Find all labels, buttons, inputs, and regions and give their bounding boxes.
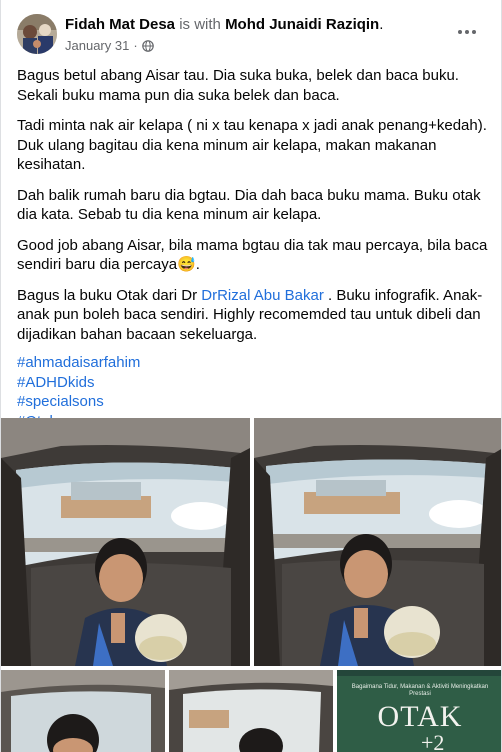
post-body: Bagus betul abang Aisar tau. Dia suka bu…: [17, 66, 491, 431]
avatar[interactable]: [17, 14, 57, 54]
photo-3[interactable]: [1, 670, 165, 752]
book-subtitle: Bagaimana Tidur, Makanan & Aktiviti Meni…: [351, 684, 489, 697]
post-paragraph-last: Bagus la buku Otak dari Dr DrRizal Abu B…: [17, 286, 491, 345]
book-partial-text: +2: [421, 730, 445, 752]
tagged-name[interactable]: Mohd Junaidi Raziqin: [225, 16, 379, 33]
more-options-icon[interactable]: [453, 22, 481, 42]
hashtag-link[interactable]: #ahmadaisarfahim: [17, 353, 491, 373]
photo-2[interactable]: [254, 418, 501, 666]
paragraph-text-before-link: Bagus la buku Otak dari Dr: [17, 286, 202, 304]
profile-link[interactable]: DrRizal Abu Bakar: [201, 287, 324, 304]
photo-boy-in-car: [254, 418, 501, 666]
author-name[interactable]: Fidah Mat Desa: [65, 16, 175, 33]
post-meta: January 31 ·: [65, 38, 154, 53]
photo-boy-in-car: [169, 670, 333, 752]
post-paragraph: Tadi minta nak air kelapa ( ni x tau ken…: [17, 117, 487, 173]
meta-separator: ·: [133, 38, 138, 53]
author-line: Fidah Mat Desa is with Mohd Junaidi Razi…: [65, 16, 383, 33]
avatar-image: [17, 14, 57, 54]
hashtag-link[interactable]: #specialsons: [17, 392, 491, 412]
photo-boy-closeup: [1, 670, 165, 752]
tagged-suffix: .: [379, 16, 384, 33]
post-date[interactable]: January 31: [65, 38, 129, 53]
book-title: OTAK: [377, 700, 463, 733]
post-paragraph: Bagus betul abang Aisar tau. Dia suka bu…: [17, 67, 459, 104]
photo-1[interactable]: [1, 418, 250, 666]
hashtag-link[interactable]: #ADHDkids: [17, 373, 491, 393]
photo-book-cover[interactable]: Bagaimana Tidur, Makanan & Aktiviti Meni…: [337, 670, 501, 752]
post-paragraph: Good job abang Aisar, bila mama bgtau di…: [17, 236, 488, 274]
post-paragraph: Dah balik rumah baru dia bgtau. Dia dah …: [17, 186, 481, 224]
with-text: is with: [179, 16, 221, 33]
post-header: Fidah Mat Desa is with Mohd Junaidi Razi…: [1, 0, 501, 62]
photo-4[interactable]: [169, 670, 333, 752]
globe-icon[interactable]: [141, 39, 154, 52]
post-card: Fidah Mat Desa is with Mohd Junaidi Razi…: [0, 0, 502, 752]
photo-boy-in-car: [1, 418, 250, 666]
photo-grid: Bagaimana Tidur, Makanan & Aktiviti Meni…: [1, 418, 501, 752]
